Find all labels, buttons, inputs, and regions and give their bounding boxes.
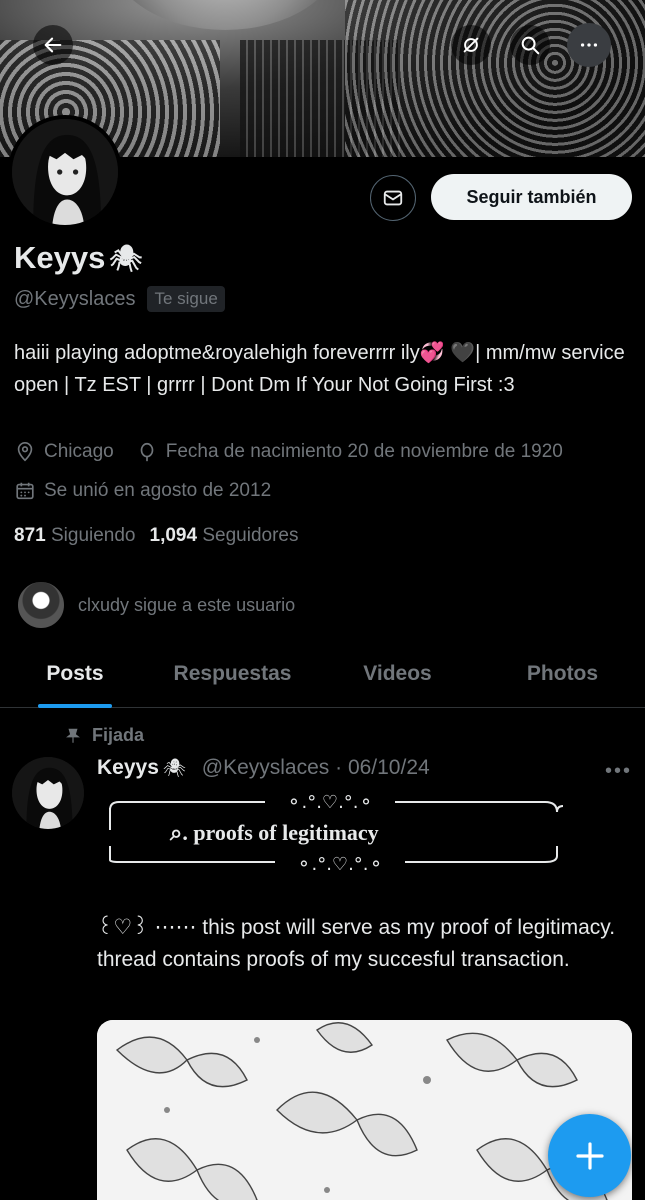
followers-count: 1,094	[149, 525, 198, 546]
profile-location: Chicago	[44, 441, 114, 462]
post-author-avatar[interactable]	[12, 757, 84, 829]
followers-label: Seguidores	[202, 525, 299, 546]
spider-emoji: 🕷	[109, 242, 143, 273]
post-header: Keyys 🕷 @Keyyslaces · 06/10/24	[97, 756, 430, 780]
follow-stats: 871 Siguiendo 1,094 Seguidores	[14, 525, 298, 547]
post-author-emoji: 🕷	[162, 757, 186, 778]
frame-bottom-ornament: ⚬.°.♡.°.⚬	[296, 854, 383, 875]
location-birthday-row: Chicago Fecha de nacimiento 20 de noviem…	[14, 441, 563, 463]
back-button[interactable]	[33, 25, 73, 65]
profile-bio: haiii playing adoptme&royalehigh forever…	[14, 342, 625, 396]
active-tab-indicator	[38, 704, 112, 708]
tab-videos-label: Videos	[363, 662, 432, 685]
follow-back-button[interactable]: Seguir también	[431, 174, 632, 220]
followed-by-text: clxudy sigue a este usuario	[78, 594, 296, 615]
message-button[interactable]	[370, 175, 416, 221]
profile-birthday: Fecha de nacimiento 20 de noviembre de 1…	[165, 441, 563, 462]
tab-posts[interactable]: Posts	[0, 648, 150, 708]
handle-row: @Keyyslaces Te sigue	[14, 286, 225, 312]
post-more-button[interactable]: •••	[605, 760, 632, 783]
tab-photos-label: Photos	[526, 662, 599, 685]
tab-videos[interactable]: Videos	[315, 648, 480, 707]
more-icon	[580, 43, 598, 47]
profile-avatar[interactable]	[8, 115, 122, 229]
profile-name: Keyys 🕷	[14, 240, 142, 276]
mail-icon	[383, 190, 403, 206]
profile-tabs: Posts Respuestas Videos Photos	[0, 648, 645, 708]
hide-icon	[463, 37, 479, 53]
post-frame-title: ⌕. proofs of legitimacy	[170, 820, 379, 845]
following-label: Siguiendo	[50, 525, 136, 546]
post-meta: @Keyyslaces · 06/10/24	[201, 756, 430, 779]
back-arrow-icon	[44, 37, 62, 53]
followers-link[interactable]: 1,094 Seguidores	[150, 525, 299, 547]
post-author-name[interactable]: Keyys	[97, 756, 159, 780]
hide-posts-button[interactable]	[451, 25, 491, 65]
profile-handle: @Keyyslaces	[14, 287, 136, 310]
more-options-button[interactable]	[567, 23, 611, 67]
plus-icon	[575, 1141, 604, 1170]
joined-row: Se unió en agosto de 2012	[14, 480, 271, 502]
pinned-indicator: Fijada	[64, 725, 144, 746]
following-count: 871	[14, 525, 46, 546]
compose-button[interactable]	[548, 1114, 631, 1197]
pin-icon	[66, 728, 80, 743]
tab-replies-label: Respuestas	[173, 662, 292, 685]
tab-photos[interactable]: Photos	[480, 648, 645, 707]
search-icon	[521, 36, 540, 55]
post-text: ꒰♡꒱ ⋯⋯ this post will serve as my proof …	[97, 916, 616, 971]
follows-you-badge: Te sigue	[147, 286, 225, 312]
follower-avatar	[16, 580, 66, 630]
birthday-icon	[140, 442, 154, 462]
tab-replies[interactable]: Respuestas	[150, 648, 315, 707]
pinned-label: Fijada	[92, 725, 145, 745]
profile-name-text: Keyys	[14, 240, 106, 275]
location-icon	[17, 442, 33, 462]
calendar-icon	[16, 482, 34, 500]
profile-joined: Se unió en agosto de 2012	[44, 480, 272, 501]
tab-posts-label: Posts	[46, 662, 104, 685]
following-link[interactable]: 871 Siguiendo	[14, 525, 136, 547]
frame-top-ornament: ⚬.°.♡.°.⚬	[286, 792, 373, 813]
followed-by-row[interactable]: clxudy sigue a este usuario	[16, 580, 295, 630]
search-button[interactable]	[510, 25, 550, 65]
